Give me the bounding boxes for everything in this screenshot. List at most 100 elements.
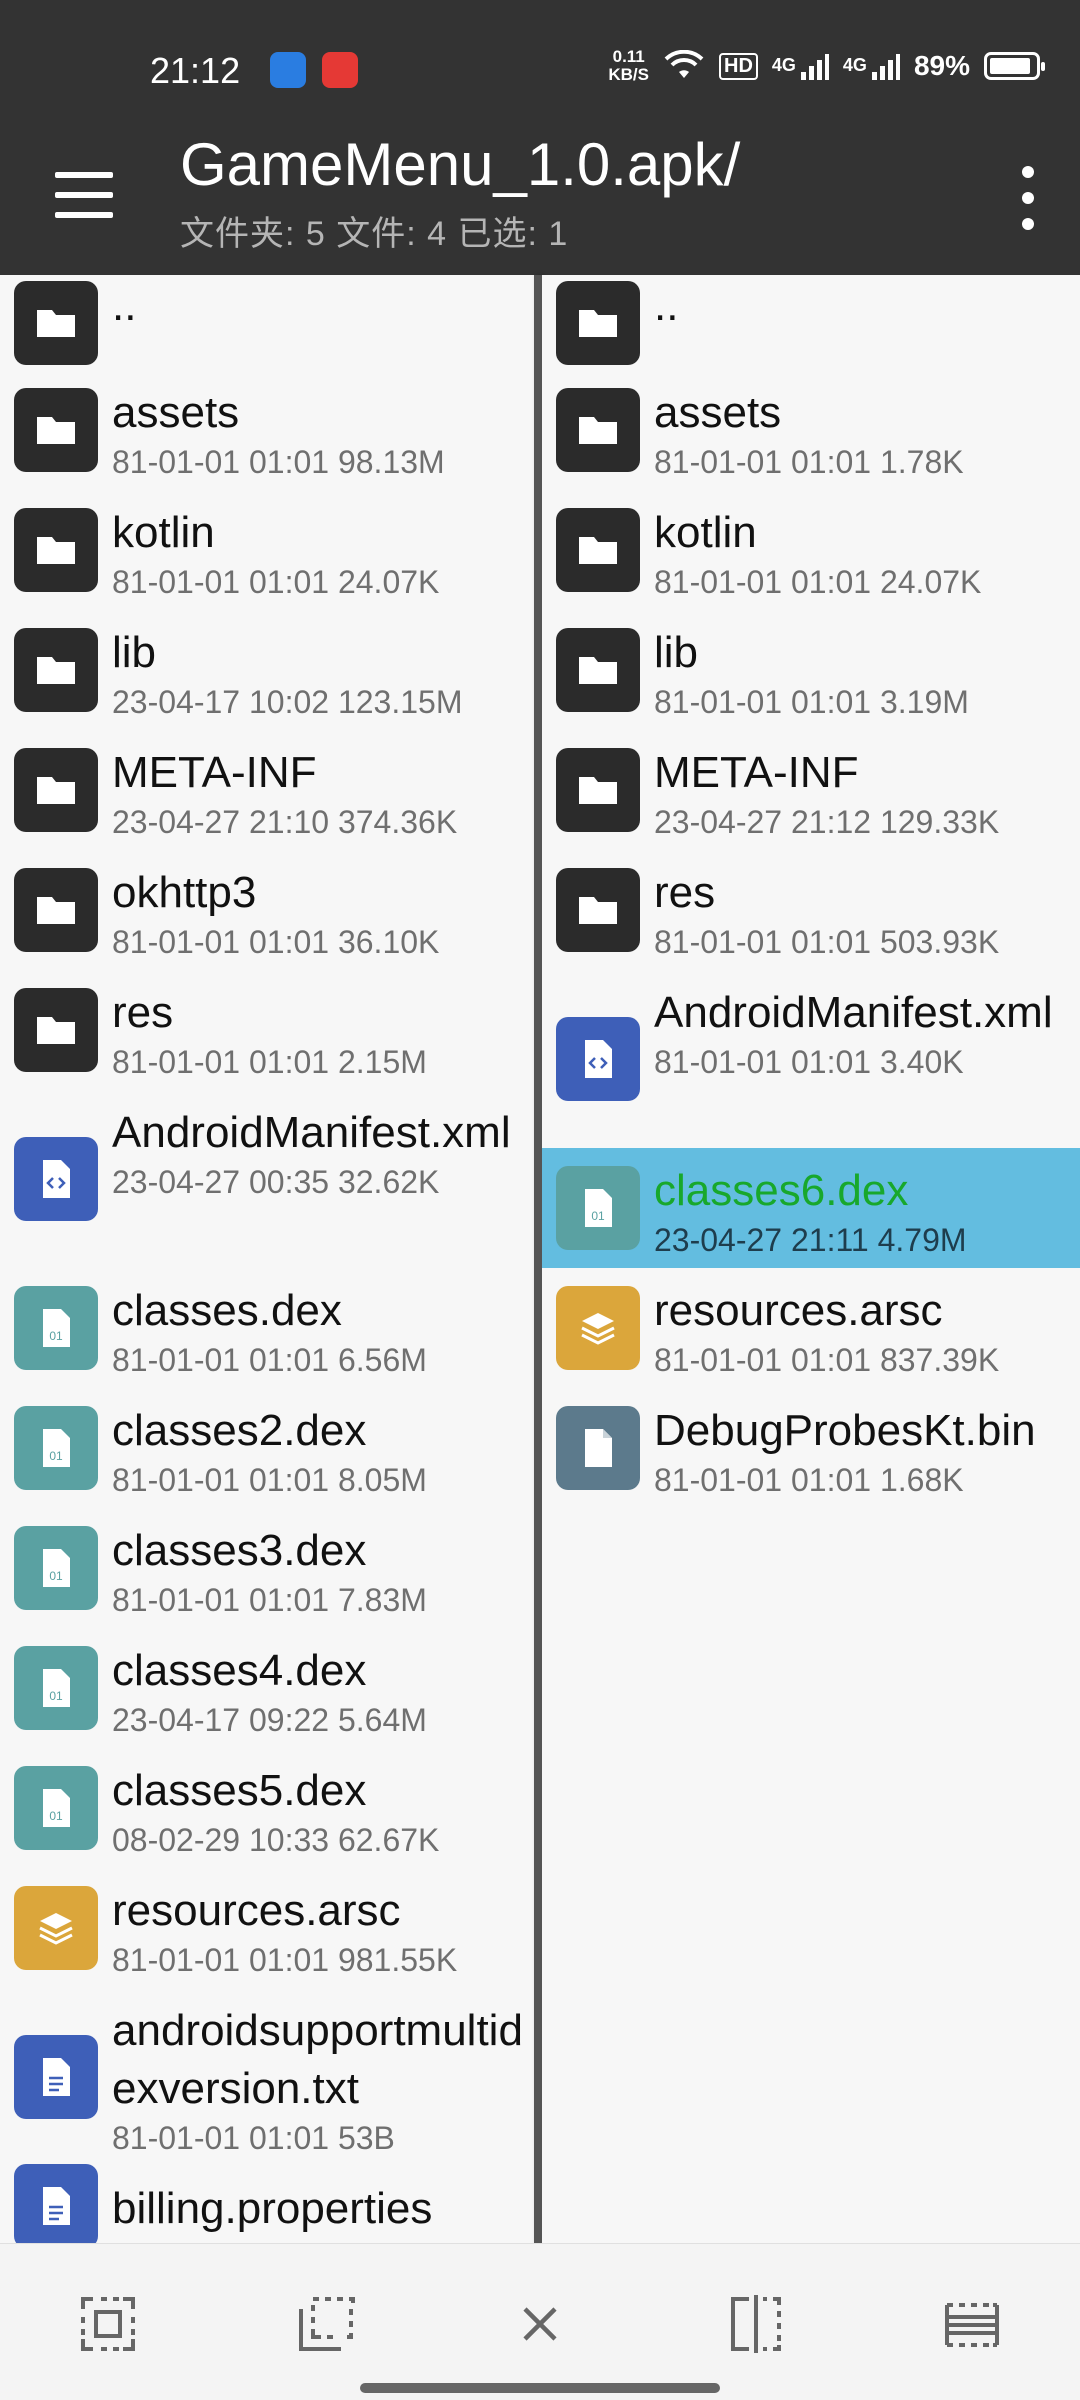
file-meta: 81-01-01 01:01 1.68K xyxy=(654,1462,964,1498)
file-row[interactable]: 01 classes4.dex 23-04-17 09:22 5.64M xyxy=(0,1628,538,1748)
dex-file-icon: 01 xyxy=(14,1526,98,1610)
file-name: META-INF xyxy=(112,748,317,797)
svg-text:01: 01 xyxy=(49,1329,63,1343)
file-name: AndroidManifest.xml xyxy=(112,1108,511,1157)
left-file-list[interactable]: .. assets 81-01-01 01:01 98.13M kotlin 81-01… xyxy=(0,275,538,2243)
file-row[interactable]: lib 81-01-01 01:01 3.19M xyxy=(542,610,1080,730)
file-name: classes4.dex xyxy=(112,1646,367,1695)
file-row[interactable]: res 81-01-01 01:01 2.15M xyxy=(0,970,538,1090)
file-row[interactable]: META-INF 23-04-27 21:10 374.36K xyxy=(0,730,538,850)
file-row[interactable]: resources.arsc 81-01-01 01:01 981.55K xyxy=(0,1868,538,1988)
select-all-icon[interactable] xyxy=(78,2294,138,2354)
wifi-icon xyxy=(664,50,704,78)
file-meta: 81-01-01 01:01 3.19M xyxy=(654,684,969,720)
arsc-file-icon xyxy=(14,1886,98,1970)
dex-file-icon: 01 xyxy=(556,1166,640,1250)
folder-icon xyxy=(556,280,640,365)
file-meta: 23-04-27 21:12 129.33K xyxy=(654,804,1000,840)
file-row[interactable]: assets 81-01-01 01:01 1.78K xyxy=(542,370,1080,490)
file-row[interactable]: AndroidManifest.xml 23-04-27 00:35 32.62K xyxy=(0,1090,538,1268)
text-file-icon xyxy=(14,2035,98,2119)
file-name: okhttp3 xyxy=(112,868,257,917)
right-file-list[interactable]: .. assets 81-01-01 01:01 1.78K kotlin 81-01-… xyxy=(542,275,1080,2243)
menu-icon[interactable] xyxy=(55,172,113,218)
file-meta: 23-04-27 21:10 374.36K xyxy=(112,804,458,840)
signal-4g-icon: 4G xyxy=(772,52,829,80)
file-meta: 81-01-01 01:01 53B xyxy=(112,2120,395,2156)
signal-4g-icon-2: 4G xyxy=(843,52,900,80)
arsc-file-icon xyxy=(556,1286,640,1370)
file-meta: 81-01-01 01:01 7.83M xyxy=(112,1582,427,1618)
network-speed: 0.11 KB/S xyxy=(608,47,649,84)
battery-percent: 89% xyxy=(913,50,970,81)
app-bar: GameMenu_1.0.apk/ 文件夹: 5 文件: 4 已选: 1 xyxy=(0,130,1080,275)
file-row[interactable]: lib 23-04-17 10:02 123.15M xyxy=(0,610,538,730)
file-row[interactable]: 01 classes6.dex 23-04-27 21:11 4.79M xyxy=(542,1148,1080,1268)
file-name: resources.arsc xyxy=(112,1886,401,1935)
file-name: META-INF xyxy=(654,748,859,797)
file-name: billing.properties xyxy=(112,2184,433,2233)
folder-icon xyxy=(14,508,98,592)
status-bar: 21:12 0.11 KB/S HD 4G 4G 89% xyxy=(0,0,1080,130)
file-row[interactable]: res 81-01-01 01:01 503.93K xyxy=(542,850,1080,970)
folder-icon xyxy=(556,748,640,832)
file-row[interactable]: kotlin 81-01-01 01:01 24.07K xyxy=(542,490,1080,610)
folder-icon xyxy=(556,388,640,472)
file-name: assets xyxy=(654,388,782,437)
file-row[interactable]: androidsupportmultidexversion.txt 81-01-0… xyxy=(0,1988,538,2166)
page-title: GameMenu_1.0.apk/ xyxy=(180,131,741,198)
file-name: DebugProbesKt.bin xyxy=(654,1406,1036,1455)
more-options-icon[interactable] xyxy=(1016,166,1040,230)
status-time: 21:12 xyxy=(150,50,241,91)
file-name: classes.dex xyxy=(112,1286,342,1335)
dex-file-icon: 01 xyxy=(14,1766,98,1850)
file-name: kotlin xyxy=(654,508,757,557)
file-row[interactable]: 01 classes5.dex 08-02-29 10:33 62.67K xyxy=(0,1748,538,1868)
file-name: res xyxy=(654,868,716,917)
status-icons: 0.11 KB/S HD 4G 4G 89% xyxy=(608,47,1045,84)
svg-text:01: 01 xyxy=(49,1689,63,1703)
file-name: kotlin xyxy=(112,508,215,557)
file-row[interactable]: okhttp3 81-01-01 01:01 36.10K xyxy=(0,850,538,970)
file-row[interactable]: .. xyxy=(542,275,1080,370)
split-view-icon[interactable] xyxy=(726,2294,786,2354)
file-row[interactable]: 01 classes.dex 81-01-01 01:01 6.56M xyxy=(0,1268,538,1388)
folder-icon xyxy=(14,388,98,472)
file-row[interactable]: .. xyxy=(0,275,538,370)
file-name: resources.arsc xyxy=(654,1286,943,1335)
file-name: classes2.dex xyxy=(112,1406,367,1455)
notification-app-icon xyxy=(270,52,306,88)
file-row[interactable]: DebugProbesKt.bin 81-01-01 01:01 1.68K xyxy=(542,1388,1080,1508)
file-meta: 81-01-01 01:01 24.07K xyxy=(112,564,440,600)
file-meta: 23-04-17 10:02 123.15M xyxy=(112,684,463,720)
file-name: androidsupportmultidexversion.txt xyxy=(112,2006,523,2113)
select-range-icon[interactable] xyxy=(296,2294,356,2354)
close-icon[interactable] xyxy=(510,2294,570,2354)
file-row[interactable]: billing.properties xyxy=(0,2164,538,2243)
notification-app-icon-2 xyxy=(322,52,358,88)
file-name: AndroidManifest.xml xyxy=(654,988,1053,1037)
file-row[interactable]: kotlin 81-01-01 01:01 24.07K xyxy=(0,490,538,610)
text-file-icon xyxy=(14,2164,98,2243)
file-meta: 23-04-27 21:11 4.79M xyxy=(654,1222,967,1258)
file-row[interactable]: AndroidManifest.xml 81-01-01 01:01 3.40K xyxy=(542,970,1080,1148)
pane-divider[interactable] xyxy=(534,275,542,2243)
home-indicator[interactable] xyxy=(360,2383,720,2393)
dex-file-icon: 01 xyxy=(14,1286,98,1370)
dex-file-icon: 01 xyxy=(14,1406,98,1490)
file-row[interactable]: assets 81-01-01 01:01 98.13M xyxy=(0,370,538,490)
file-row[interactable]: 01 classes3.dex 81-01-01 01:01 7.83M xyxy=(0,1508,538,1628)
dex-file-icon: 01 xyxy=(14,1646,98,1730)
folder-icon xyxy=(14,748,98,832)
file-name: classes5.dex xyxy=(112,1766,367,1815)
file-name: res xyxy=(112,988,174,1037)
xml-file-icon xyxy=(14,1137,98,1221)
file-meta: 81-01-01 01:01 36.10K xyxy=(112,924,440,960)
hd-icon: HD xyxy=(719,52,758,80)
list-select-icon[interactable] xyxy=(942,2294,1002,2354)
file-meta: 81-01-01 01:01 24.07K xyxy=(654,564,982,600)
file-row[interactable]: resources.arsc 81-01-01 01:01 837.39K xyxy=(542,1268,1080,1388)
file-meta: 81-01-01 01:01 8.05M xyxy=(112,1462,427,1498)
file-row[interactable]: 01 classes2.dex 81-01-01 01:01 8.05M xyxy=(0,1388,538,1508)
file-row[interactable]: META-INF 23-04-27 21:12 129.33K xyxy=(542,730,1080,850)
